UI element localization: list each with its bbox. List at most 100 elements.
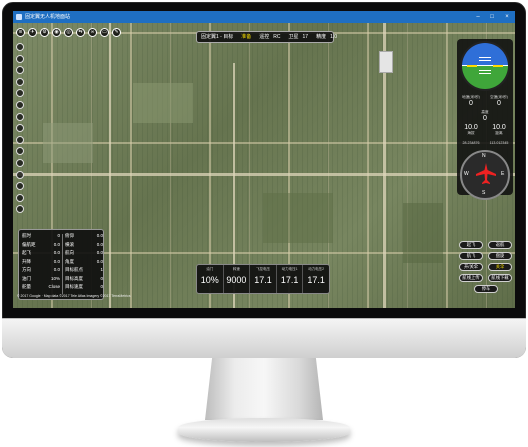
longitude: 113.012345 [489,141,509,145]
tools-icon[interactable]: ✎ [112,28,121,37]
route-icon[interactable]: ⇆ [76,28,85,37]
upload-icon[interactable] [16,158,24,167]
power-hud: 油门 10% 转速 9000 飞控电压 17.1 动力电压1 17.1 动力电压2 17.… [196,264,330,294]
monitor-chin [2,318,526,358]
status-bar: 固定翼1 - 目标 准备 遥控 RC 卫星 17 精度 1.0 [196,31,338,43]
link-label: 固定翼1 - 目标 [201,34,234,40]
route-upload-button[interactable]: 航线上传 [459,274,483,282]
param-row: 起飞 0.0 [22,250,60,255]
hud-power-voltage-1: 动力电压1 17.1 [277,265,304,293]
air-speed: 空速(米/秒) 0 [490,95,508,107]
param-row: 偏航距 0.0 [22,241,60,247]
close-button[interactable]: × [500,11,514,23]
lock-icon[interactable] [16,193,24,202]
height: 高度 0 [481,110,489,122]
parachute-toggle-button[interactable]: 开/关伞 [459,263,483,271]
hud-power-voltage-2: 动力电压2 17.1 [307,267,325,285]
action-buttons: 起飞 返航 航飞 盘旋 开/关伞 关伞 航线上传 航线下载 停车 [454,241,515,305]
instrument-panel: 地速(米/秒) 0 空速(米/秒) 0 高度 0 10.0 海拔 10.0 距离 28.2… [457,39,513,200]
settings-icon[interactable]: ⚙ [40,28,49,37]
plane-icon[interactable]: ✈ [28,28,37,37]
rc-value: RC [273,34,281,40]
ruler-icon[interactable] [16,77,24,86]
param-row: 升降 0.0 [22,258,60,264]
monitor-stand-base [178,418,350,442]
minimize-button[interactable]: – [471,11,485,23]
map-building [379,51,393,73]
return-button[interactable]: 返航 [488,241,512,249]
left-toolbar [16,43,26,217]
compass-east: E [501,171,505,177]
precision-value: 1.0 [330,34,338,40]
parachute-close-button[interactable]: 关伞 [488,263,512,271]
hud-fc-voltage: 飞控电压 17.1 [250,265,277,293]
cruise-button[interactable]: 航飞 [459,252,483,260]
map-field [403,203,443,263]
center-icon[interactable] [16,112,24,121]
takeoff-button[interactable]: 起飞 [459,241,483,249]
map-copyright: © 2017 Google · Map data ©2017 Tele Atla… [17,294,131,298]
polygon-icon[interactable] [16,135,24,144]
param-row: 方向 0.0 [22,267,60,272]
link-state: 准备 [241,34,252,40]
aircraft-wing-right [493,64,504,67]
precision-label: 精度 [316,34,327,40]
satellite-value: 17 [302,34,309,40]
signal-icon[interactable]: ≋ [16,28,25,37]
aircraft-wing-left [466,64,477,67]
map-field [263,193,333,243]
param-row: 目标高度 0 [65,275,103,281]
screen: 固定翼无人机地面站 – □ × ≋ ✈ ⚙ ◉ ◎ ⇆ ∞ ▭ ✎ 固定翼1 -… [13,11,515,308]
compass-south: S [482,190,486,196]
monitor: 固定翼无人机地面站 – □ × ≋ ✈ ⚙ ◉ ◎ ⇆ ∞ ▭ ✎ 固定翼1 -… [0,0,528,447]
param-row: 油门 10% [22,275,60,281]
camera-icon[interactable]: ◉ [52,28,61,37]
waypoint-icon[interactable] [16,66,24,75]
route-download-button[interactable]: 航线下载 [488,274,512,282]
attitude-indicator [460,41,510,91]
home-icon[interactable] [16,100,24,109]
download-icon[interactable] [16,170,24,179]
param-row: 航向 0.0 [65,250,103,255]
layer-icon[interactable] [16,124,24,133]
distance: 10.0 距离 [492,124,506,135]
compass-north: N [482,153,486,159]
flight-params-panel: 航时 0 偏航距 0.0 起飞 0.0 升降 0.0 方向 0.0 油门 10% 舵量 Clo… [18,229,104,300]
loiter-button[interactable]: 盘旋 [488,252,512,260]
stop-engine-button[interactable]: 停车 [474,285,498,293]
title-bar: 固定翼无人机地面站 – □ × [13,11,515,23]
monitor-stand-neck [205,358,323,420]
compass-west: W [464,171,469,177]
params-left-column: 航时 0 偏航距 0.0 起飞 0.0 升降 0.0 方向 0.0 油门 10% 舵量 Clo… [22,232,60,292]
altitude: 10.0 海拔 [464,124,478,135]
link-icon[interactable]: ∞ [88,28,97,37]
window-title: 固定翼无人机地面站 [25,14,71,20]
compass: N S W E [460,150,510,200]
maximize-button[interactable]: □ [485,11,499,23]
zoom-in-icon[interactable] [16,43,24,51]
map-road [109,23,111,308]
rc-label: 遥控 [259,34,270,40]
map-road [13,173,515,176]
refresh-icon[interactable] [16,205,24,214]
zoom-out-icon[interactable] [16,54,24,63]
param-row: 目标航点 1 [65,267,103,272]
aircraft-heading-icon [476,163,496,184]
grid-icon[interactable] [16,182,24,191]
param-row: 目标速度 0 [65,284,103,289]
map-field [133,83,193,123]
latitude: 28.234876 [462,141,480,145]
params-right-column: 俯仰 0.0 横滚 0.0 航向 0.0 角度 0.0 目标航点 1 目标高度 0 目标速度… [65,232,103,292]
ground-speed: 地速(米/秒) 0 [462,95,480,107]
hud-throttle: 油门 10% [197,265,224,293]
battery-icon[interactable]: ▭ [100,28,109,37]
param-row: 横滚 0.0 [65,241,103,247]
top-toolbar: ≋ ✈ ⚙ ◉ ◎ ⇆ ∞ ▭ ✎ [16,28,121,37]
delete-icon[interactable] [16,89,24,98]
gimbal-icon[interactable]: ◎ [64,28,73,37]
circle-icon[interactable] [16,147,24,156]
satellite-label: 卫星 [288,34,299,40]
param-row: 俯仰 0.0 [65,233,103,238]
param-row: 航时 0 [22,233,60,238]
hud-rpm: 转速 9000 [224,265,251,293]
